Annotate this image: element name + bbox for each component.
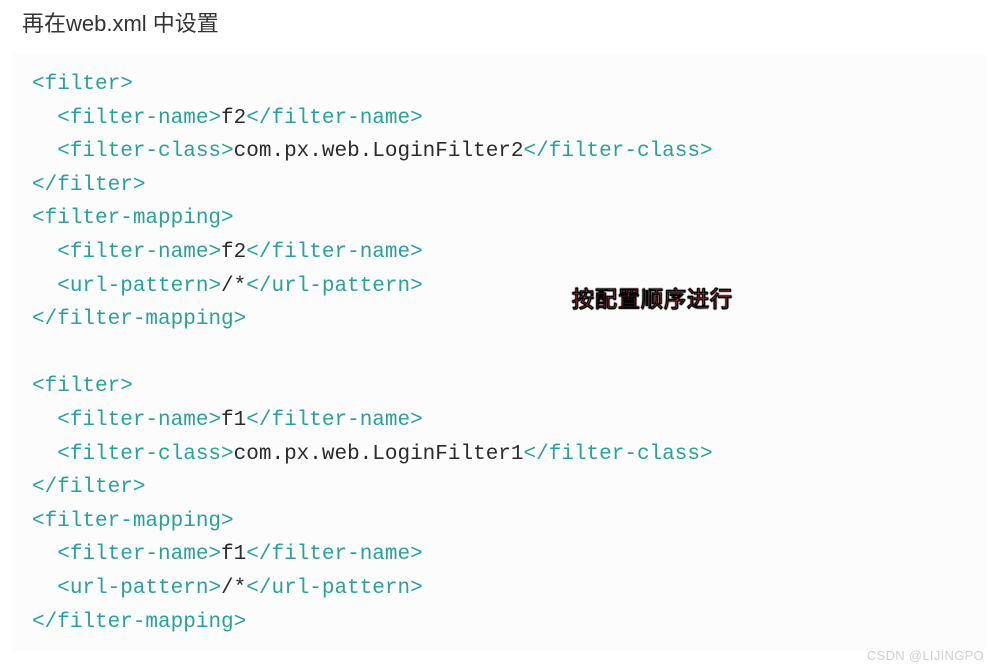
code-line: <filter-name>f2</filter-name> (32, 236, 966, 270)
code-line: <filter-name>f2</filter-name> (32, 102, 966, 136)
code-line: <filter-name>f1</filter-name> (32, 404, 966, 438)
code-line: <url-pattern>/*</url-pattern> (32, 572, 966, 606)
code-line: <filter-name>f1</filter-name> (32, 538, 966, 572)
code-line: <filter-mapping> (32, 505, 966, 539)
code-line: <filter-class>com.px.web.LoginFilter1</f… (32, 438, 966, 472)
code-line: </filter> (32, 471, 966, 505)
code-line: <url-pattern>/*</url-pattern> (32, 270, 966, 304)
code-line: </filter-mapping> (32, 303, 966, 337)
code-line: </filter> (32, 169, 966, 203)
code-line: </filter-mapping> (32, 606, 966, 640)
code-line: <filter-class>com.px.web.LoginFilter2</f… (32, 135, 966, 169)
annotation-overlay: 按配置顺序进行 (572, 282, 733, 317)
code-block: <filter> <filter-name>f2</filter-name> <… (12, 54, 986, 651)
heading: 再在web.xml 中设置 (0, 0, 998, 52)
blank-line (32, 337, 966, 371)
code-line: <filter> (32, 370, 966, 404)
code-line: <filter> (32, 68, 966, 102)
code-line: <filter-mapping> (32, 202, 966, 236)
watermark: CSDN @LIJINGPO (867, 648, 984, 663)
